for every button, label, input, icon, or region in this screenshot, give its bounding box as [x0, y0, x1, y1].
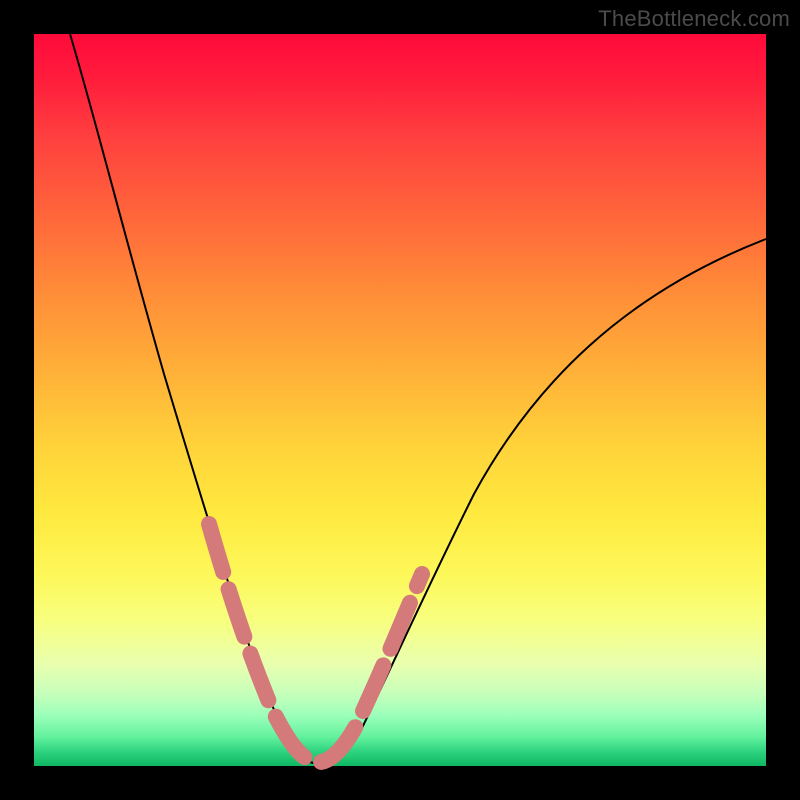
- outer-frame: TheBottleneck.com: [0, 0, 800, 800]
- highlight-beads: [209, 524, 422, 762]
- watermark-text: TheBottleneck.com: [598, 6, 790, 32]
- chart-svg: [34, 34, 766, 766]
- plot-area: [34, 34, 766, 766]
- bottleneck-curve: [70, 34, 766, 763]
